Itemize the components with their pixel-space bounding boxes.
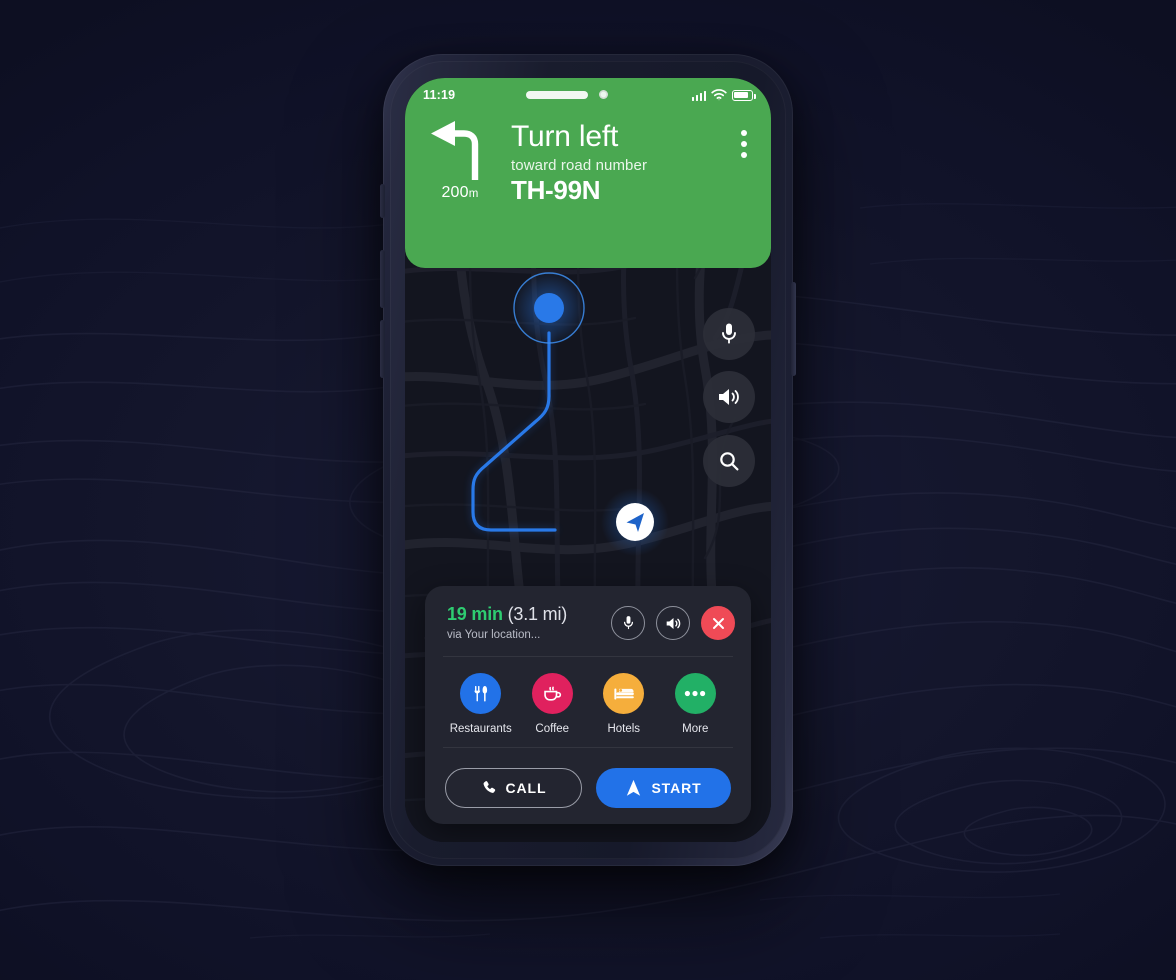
category-shortcuts: Restaurants Coffee Hotels More xyxy=(441,657,735,739)
road-number: TH-99N xyxy=(511,174,601,205)
route-via-text: via Your location... xyxy=(447,629,541,641)
start-label: START xyxy=(651,780,702,796)
category-label: Restaurants xyxy=(449,723,512,735)
navigation-instruction: 200m Turn left toward road number TH-99N xyxy=(405,120,771,206)
search-icon xyxy=(720,452,739,471)
screenshot-root: 11:19 200m Turn left toward road number … xyxy=(0,0,1176,980)
turn-left-arrow-icon xyxy=(431,121,479,180)
distance-value: 200 xyxy=(441,184,469,201)
eta-block: 19 min (3.1 mi) via Your location... xyxy=(441,604,611,641)
card-sound-button[interactable] xyxy=(656,606,690,640)
power-button[interactable] xyxy=(791,282,796,376)
microphone-icon xyxy=(722,323,736,344)
status-bar-time: 11:19 xyxy=(423,88,456,102)
category-more[interactable]: More xyxy=(660,673,732,735)
route-info-card: 19 min (3.1 mi) via Your location... Res… xyxy=(425,586,751,824)
coffee-cup-icon xyxy=(543,686,561,701)
phone-icon xyxy=(483,781,495,793)
close-route-button[interactable] xyxy=(701,606,735,640)
call-label: CALL xyxy=(505,780,547,796)
category-label: More xyxy=(682,723,709,735)
navigation-arrow-icon xyxy=(627,779,641,796)
map-search-button[interactable] xyxy=(703,435,755,487)
eta-duration: 19 min xyxy=(447,604,503,624)
maneuver-block: 200m xyxy=(423,120,497,202)
more-icon-circle xyxy=(674,673,716,714)
turn-subtitle: toward road number xyxy=(511,156,648,174)
wifi-icon xyxy=(711,89,727,101)
card-action-buttons xyxy=(611,604,735,640)
eta-row: 19 min (3.1 mi) via Your location... xyxy=(441,604,735,641)
category-hotels[interactable]: Hotels xyxy=(588,673,660,735)
turn-instruction: Turn left xyxy=(511,120,619,153)
coffee-icon-circle xyxy=(531,673,573,714)
close-x-icon xyxy=(712,617,724,629)
map-volume-button[interactable] xyxy=(703,371,755,423)
phone-device: 11:19 200m Turn left toward road number … xyxy=(380,54,796,866)
cellular-signal-icon xyxy=(691,90,706,101)
navigation-text: Turn left toward road number TH-99N xyxy=(497,120,731,206)
card-primary-actions: CALL START xyxy=(441,764,735,808)
mute-switch[interactable] xyxy=(380,184,385,218)
category-coffee[interactable]: Coffee xyxy=(517,673,589,735)
ellipsis-icon xyxy=(685,690,706,697)
speaker-icon xyxy=(719,389,739,405)
hotels-icon-circle xyxy=(603,673,645,714)
status-bar: 11:19 xyxy=(405,78,771,112)
restaurants-icon-circle xyxy=(460,673,502,714)
map-microphone-button[interactable] xyxy=(703,308,755,360)
notch-group xyxy=(526,90,608,99)
maneuver-distance: 200m xyxy=(441,184,478,202)
category-restaurants[interactable]: Restaurants xyxy=(445,673,517,735)
cutlery-icon xyxy=(474,685,488,702)
front-camera xyxy=(599,90,608,99)
divider-bottom xyxy=(443,747,733,748)
microphone-icon xyxy=(623,616,633,630)
kebab-menu-icon xyxy=(741,130,747,136)
eta-distance: (3.1 mi) xyxy=(507,604,568,624)
volume-down-button[interactable] xyxy=(380,320,385,378)
earpiece-speaker xyxy=(526,90,588,99)
navigation-banner: 11:19 200m Turn left toward road number … xyxy=(405,78,771,268)
phone-screen: 11:19 200m Turn left toward road number … xyxy=(405,78,771,842)
call-button[interactable]: CALL xyxy=(445,768,582,808)
category-label: Coffee xyxy=(535,723,570,735)
overflow-menu-button[interactable] xyxy=(731,120,757,158)
start-navigation-button[interactable]: START xyxy=(596,768,731,808)
card-microphone-button[interactable] xyxy=(611,606,645,640)
battery-icon xyxy=(732,89,756,101)
bed-icon xyxy=(614,688,634,699)
volume-up-button[interactable] xyxy=(380,250,385,308)
speaker-icon xyxy=(666,617,680,629)
distance-unit: m xyxy=(468,188,479,200)
eta-line: 19 min (3.1 mi) xyxy=(447,604,611,625)
category-label: Hotels xyxy=(607,723,641,735)
status-bar-icons xyxy=(691,89,756,101)
